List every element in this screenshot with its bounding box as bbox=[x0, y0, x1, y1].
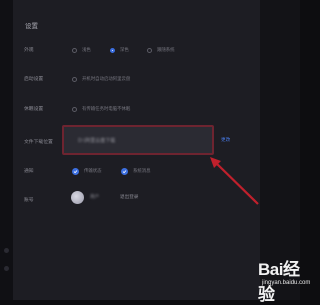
radio-icon[interactable] bbox=[72, 106, 77, 112]
notifications-label: 通知 bbox=[24, 169, 34, 174]
radio-icon[interactable] bbox=[72, 47, 77, 53]
startup-row: 启动设置 开机时自动启动阿里云盘 bbox=[0, 72, 260, 86]
radio-icon[interactable] bbox=[72, 76, 77, 82]
checkbox-checked-icon[interactable] bbox=[72, 167, 79, 175]
download-location-label: 文件下载位置 bbox=[24, 140, 53, 145]
rail-icon[interactable] bbox=[4, 266, 9, 271]
page-title: 设置 bbox=[25, 22, 38, 30]
notify-system-checkbox[interactable]: 系统消息 bbox=[121, 166, 151, 176]
appearance-option-dark[interactable]: 深色 bbox=[110, 45, 129, 55]
watermark-url: jingyan.baidu.com bbox=[262, 280, 311, 286]
download-path-value: D:\阿里云盘下载 bbox=[78, 138, 116, 144]
startup-option[interactable]: 开机时自动启动阿里云盘 bbox=[72, 74, 130, 84]
sleep-label: 休眠设置 bbox=[24, 107, 44, 112]
account-label: 账号 bbox=[24, 198, 34, 203]
startup-label: 启动设置 bbox=[24, 77, 44, 82]
rail-icon[interactable] bbox=[4, 248, 9, 253]
change-location-link[interactable]: 更改 bbox=[221, 137, 230, 143]
appearance-option-system[interactable]: 跟随系统 bbox=[147, 45, 175, 55]
appearance-row: 外观 浅色 深色 跟随系统 bbox=[0, 43, 260, 57]
radio-selected-icon[interactable] bbox=[110, 47, 115, 53]
notifications-row: 通知 传输状态 系统消息 bbox=[0, 164, 260, 178]
avatar bbox=[71, 191, 84, 204]
sleep-option[interactable]: 有传输任务时电脑不休眠 bbox=[72, 104, 130, 114]
radio-icon[interactable] bbox=[147, 47, 152, 53]
appearance-label: 外观 bbox=[24, 48, 34, 53]
download-path-field[interactable]: D:\阿里云盘下载 bbox=[62, 125, 214, 155]
logout-button[interactable]: 退出登录 bbox=[120, 194, 138, 200]
appearance-option-light[interactable]: 浅色 bbox=[72, 45, 91, 55]
account-nickname: 用户 bbox=[90, 195, 100, 200]
sleep-row: 休眠设置 有传输任务时电脑不休眠 bbox=[0, 102, 260, 116]
notify-transfer-checkbox[interactable]: 传输状态 bbox=[72, 166, 102, 176]
checkbox-checked-icon[interactable] bbox=[121, 167, 128, 175]
